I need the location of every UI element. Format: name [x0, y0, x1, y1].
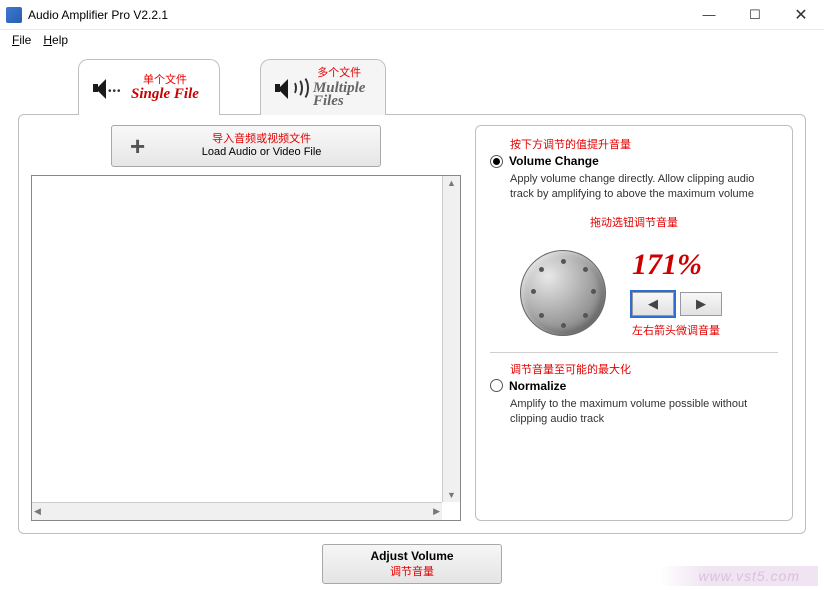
- volume-knob[interactable]: [520, 250, 606, 336]
- tab-multiple-files[interactable]: 多个文件 Multiple Files: [260, 59, 387, 115]
- maximize-button[interactable]: ☐: [732, 0, 778, 29]
- volchange-title: Volume Change: [509, 154, 599, 168]
- app-icon: [6, 7, 22, 23]
- menu-file[interactable]: File: [8, 33, 35, 47]
- volume-decrease-button[interactable]: ◀: [632, 292, 674, 316]
- watermark: www.vst5.com: [659, 566, 818, 586]
- adjust-caption-cn: 调节音量: [390, 563, 434, 579]
- minimize-button[interactable]: —: [686, 0, 732, 29]
- speaker-single-icon: •••: [93, 78, 123, 100]
- tab-single-file[interactable]: ••• 单个文件 Single File: [78, 59, 220, 115]
- horizontal-scrollbar[interactable]: ◀ ▶: [32, 502, 442, 520]
- file-listbox[interactable]: ▲ ▼ ◀ ▶: [31, 175, 461, 521]
- tab-multiple-label2: Files: [313, 93, 366, 110]
- volume-percent: 171%: [632, 248, 722, 282]
- menubar: File Help: [0, 30, 824, 50]
- speaker-multi-icon: [275, 78, 305, 100]
- close-button[interactable]: ✕: [778, 0, 824, 29]
- radio-volume-change[interactable]: Volume Change: [490, 154, 778, 168]
- options-group: 按下方调节的值提升音量 Volume Change Apply volume c…: [475, 125, 793, 521]
- window-title: Audio Amplifier Pro V2.2.1: [28, 8, 686, 22]
- tab-single-label: Single File: [131, 86, 199, 103]
- load-label: Load Audio or Video File: [155, 146, 368, 159]
- tab-multiple-caption: 多个文件: [313, 67, 366, 79]
- volchange-caption-cn: 按下方调节的值提升音量: [510, 136, 778, 152]
- tab-single-caption: 单个文件: [131, 74, 199, 86]
- tab-strip: ••• 单个文件 Single File 多个文件 Multiple Files: [18, 58, 806, 114]
- vertical-scrollbar[interactable]: ▲ ▼: [442, 176, 460, 502]
- normalize-desc: Amplify to the maximum volume possible w…: [510, 397, 778, 427]
- volchange-desc: Apply volume change directly. Allow clip…: [510, 172, 778, 202]
- scroll-up-icon[interactable]: ▲: [447, 178, 456, 188]
- radio-normalize-input[interactable]: [490, 379, 503, 392]
- normalize-caption-cn: 调节音量至可能的最大化: [510, 361, 778, 377]
- content-panel: + 导入音频或视频文件 Load Audio or Video File ▲ ▼…: [18, 114, 806, 534]
- window-controls: — ☐ ✕: [686, 0, 824, 29]
- scroll-down-icon[interactable]: ▼: [447, 490, 456, 500]
- load-caption-cn: 导入音频或视频文件: [155, 133, 368, 146]
- arrows-caption-cn: 左右箭头微调音量: [632, 322, 722, 338]
- scroll-right-icon[interactable]: ▶: [433, 506, 440, 517]
- normalize-title: Normalize: [509, 379, 566, 393]
- adjust-label: Adjust Volume: [370, 549, 453, 563]
- knob-caption-cn: 拖动选钮调节音量: [490, 214, 778, 230]
- load-file-button[interactable]: + 导入音频或视频文件 Load Audio or Video File: [111, 125, 381, 167]
- scroll-left-icon[interactable]: ◀: [34, 506, 41, 517]
- separator: [490, 352, 778, 353]
- plus-icon: +: [130, 133, 145, 159]
- volume-increase-button[interactable]: ▶: [680, 292, 722, 316]
- adjust-volume-button[interactable]: Adjust Volume 调节音量: [322, 544, 502, 584]
- titlebar: Audio Amplifier Pro V2.2.1 — ☐ ✕: [0, 0, 824, 30]
- radio-normalize[interactable]: Normalize: [490, 379, 778, 393]
- menu-help[interactable]: Help: [39, 33, 72, 47]
- radio-volume-change-input[interactable]: [490, 155, 503, 168]
